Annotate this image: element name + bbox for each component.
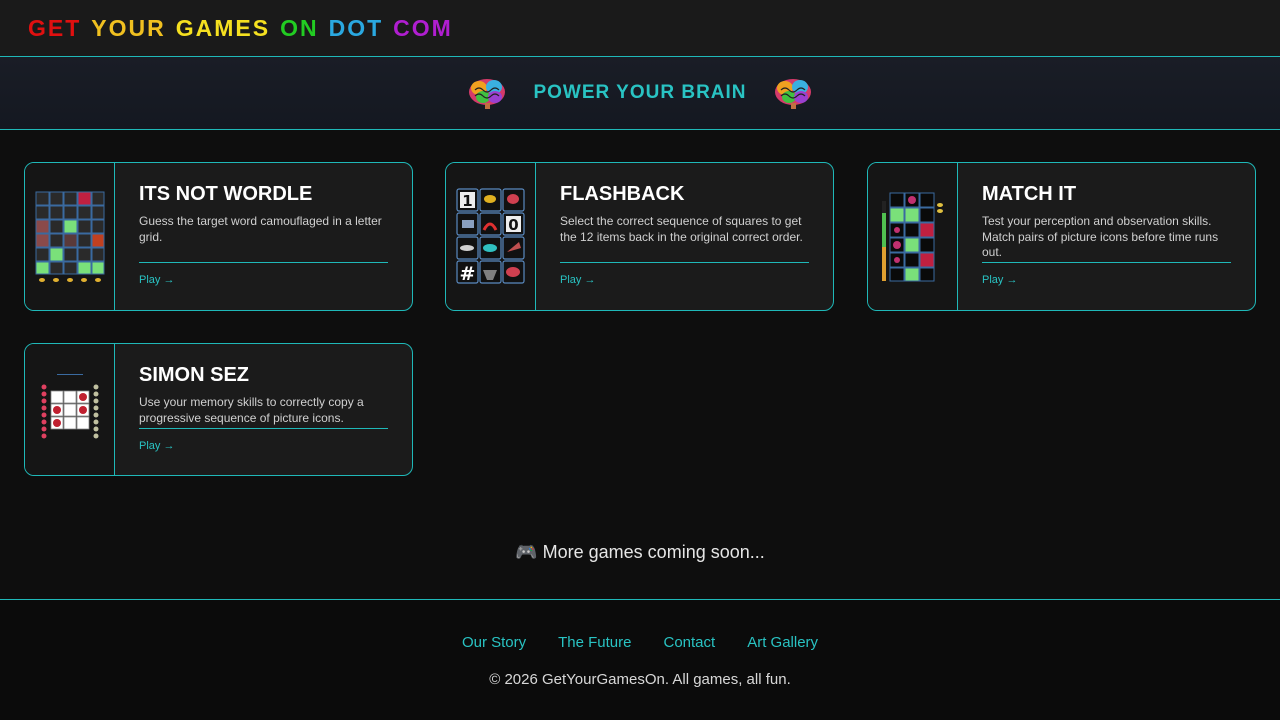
- game-title: SIMON SEZ: [139, 364, 250, 386]
- copyright: © 2026 GetYourGamesOn. All games, all fu…: [489, 671, 791, 688]
- play-link[interactable]: Play →: [139, 274, 174, 286]
- footer-link-art-gallery[interactable]: Art Gallery: [747, 634, 818, 651]
- brain-icon: [774, 79, 811, 109]
- wordle-grid-thumbnail[interactable]: [25, 163, 115, 310]
- logo-word-get: GET: [28, 14, 82, 41]
- hero-banner: POWER YOUR BRAIN: [0, 57, 1280, 130]
- game-title: MATCH IT: [982, 183, 1077, 205]
- footer-link-the-future[interactable]: The Future: [558, 634, 631, 651]
- game-card-match-it[interactable]: MATCH IT Test your perception and observ…: [867, 162, 1256, 311]
- divider: [139, 262, 388, 263]
- game-description: Guess the target word camouflaged in a l…: [139, 214, 382, 244]
- play-link[interactable]: Play →: [982, 274, 1017, 286]
- divider: [560, 262, 809, 263]
- game-card-its-not-wordle[interactable]: ITS NOT WORDLE Guess the target word cam…: [24, 162, 413, 311]
- brain-icon: [469, 79, 506, 109]
- play-link[interactable]: Play →: [560, 274, 595, 286]
- logo-word-com: COM: [393, 14, 453, 41]
- site-logo[interactable]: GET YOUR GAMES ON DOT COM: [28, 15, 463, 42]
- game-description: Use your memory skills to correctly copy…: [139, 395, 364, 425]
- logo-word-games: GAMES: [175, 14, 271, 41]
- divider: [139, 428, 388, 429]
- play-link[interactable]: Play →: [139, 440, 174, 452]
- logo-word-on: ON: [280, 14, 319, 41]
- game-title: FLASHBACK: [560, 183, 685, 205]
- logo-word-dot: DOT: [328, 14, 384, 41]
- flashback-grid-thumbnail[interactable]: 1 0 #: [446, 163, 536, 310]
- game-description: Select the correct sequence of squares t…: [560, 214, 803, 244]
- game-card-flashback[interactable]: 1 0 # FLASHBACK Select the correct seque…: [445, 162, 834, 311]
- footer-links: Our Story The Future Contact Art Gallery: [0, 634, 1280, 651]
- logo-word-your: YOUR: [91, 14, 166, 41]
- footer-link-contact[interactable]: Contact: [664, 634, 716, 651]
- divider: [982, 262, 1231, 263]
- top-bar: GET YOUR GAMES ON DOT COM: [0, 0, 1280, 57]
- game-title: ITS NOT WORDLE: [139, 183, 313, 205]
- hero-title: POWER YOUR BRAIN: [533, 82, 747, 103]
- footer: Our Story The Future Contact Art Gallery…: [0, 599, 1280, 720]
- footer-link-our-story[interactable]: Our Story: [462, 634, 526, 651]
- svg-text:0: 0: [508, 216, 518, 234]
- simon-grid-thumbnail[interactable]: [25, 344, 115, 475]
- coming-soon-text: 🎮 More games coming soon...: [515, 542, 765, 562]
- game-description: Test your perception and observation ski…: [982, 214, 1219, 259]
- svg-text:1: 1: [462, 192, 472, 210]
- svg-text:#: #: [459, 263, 475, 285]
- game-card-simon-sez[interactable]: SIMON SEZ Use your memory skills to corr…: [24, 343, 413, 476]
- match-grid-thumbnail[interactable]: [868, 163, 958, 310]
